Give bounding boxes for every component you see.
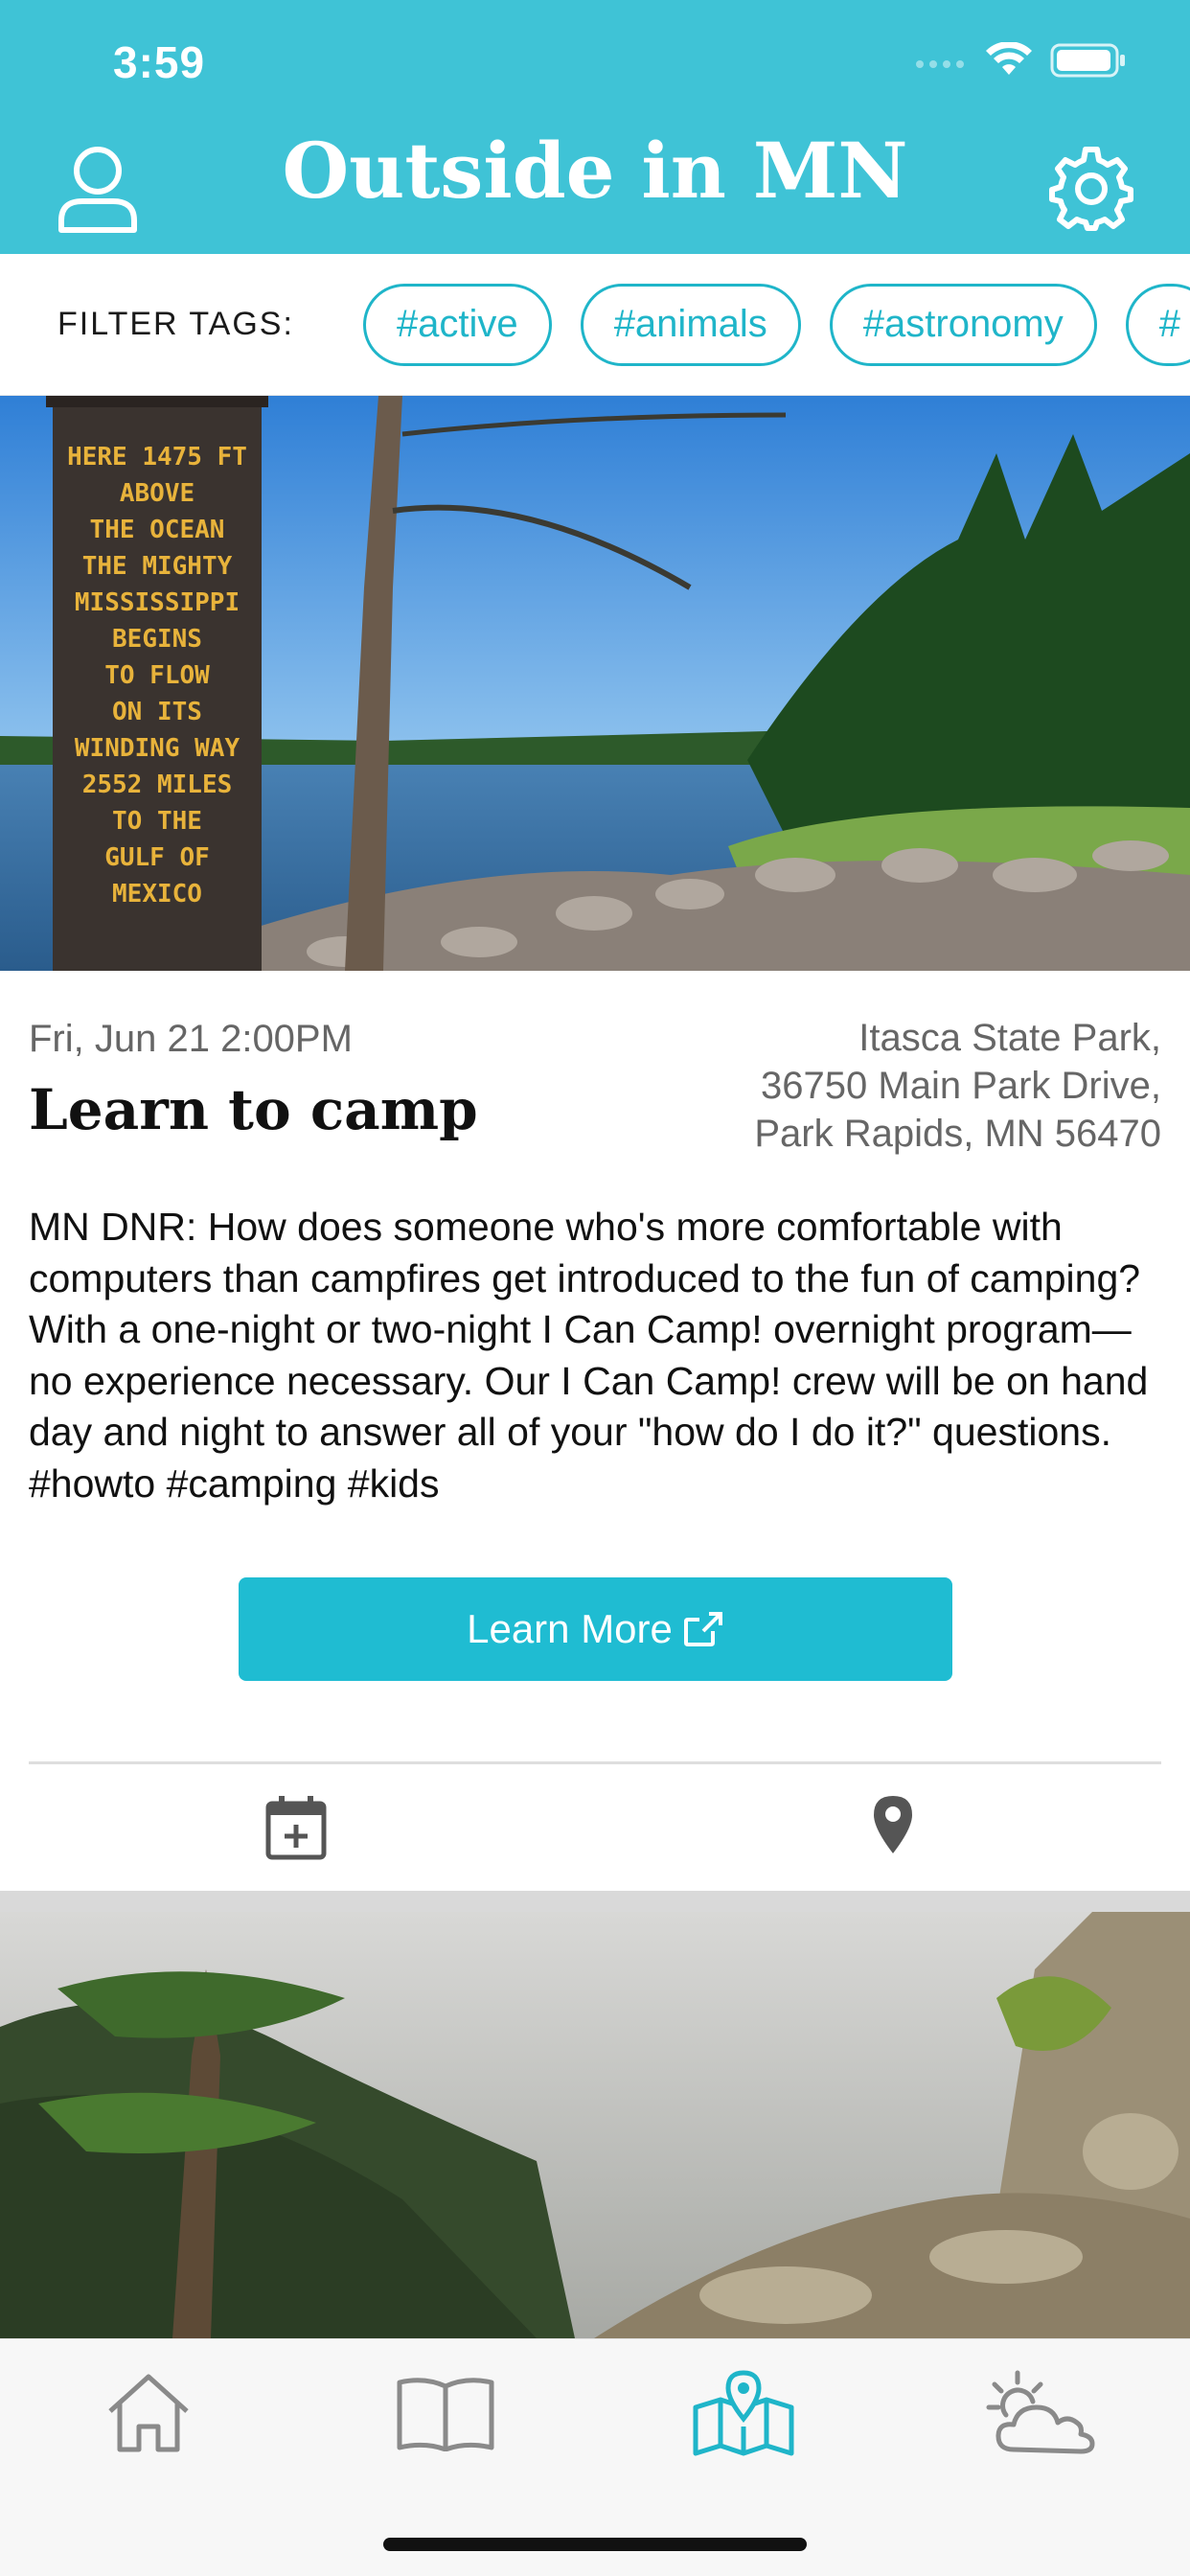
lake-photo: HERE 1475 FT ABOVE THE OCEAN THE MIGHTY … [0,396,1190,971]
event-location: Itasca State Park, 36750 Main Park Drive… [754,1014,1161,1158]
tab-guide[interactable] [388,2360,503,2466]
calendar-add-icon [265,1796,327,1860]
svg-text:THE MIGHTY: THE MIGHTY [82,552,233,581]
svg-text:ON ITS: ON ITS [112,698,202,726]
card-divider [29,1761,1161,1764]
map-pin-icon [874,1796,912,1853]
weather-icon [986,2370,1095,2454]
filter-tag-partial[interactable]: # [1125,283,1190,366]
filter-bar: FILTER TAGS: #active #animals #astronomy… [0,254,1190,396]
svg-text:TO FLOW: TO FLOW [104,661,210,690]
svg-text:MEXICO: MEXICO [112,880,202,908]
book-icon [397,2378,494,2451]
event-title: Learn to camp [29,1077,478,1142]
next-event-image [0,1912,1190,2338]
svg-text:HERE 1475 FT: HERE 1475 FT [67,443,247,472]
external-link-icon [683,1612,722,1646]
svg-text:THE OCEAN: THE OCEAN [90,516,225,544]
status-icons [914,42,1127,79]
home-icon [108,2374,189,2452]
filter-label: FILTER TAGS: [57,306,294,342]
svg-text:GULF OF: GULF OF [104,843,210,872]
gear-icon [1049,147,1133,231]
filter-tag-list: #active #animals #astronomy # [362,283,1190,366]
svg-text:MISSISSIPPI: MISSISSIPPI [75,588,240,617]
map-icon [693,2370,794,2456]
settings-button[interactable] [1048,146,1134,232]
tab-home[interactable] [91,2360,206,2466]
event-date: Fri, Jun 21 2:00PM [29,1018,353,1060]
location-line-2: 36750 Main Park Drive, [761,1065,1161,1107]
add-to-calendar-button[interactable] [264,1794,328,1861]
app-header: 3:59 Outside in MN [0,0,1190,254]
svg-text:WINDING WAY: WINDING WAY [75,734,240,763]
wifi-icon [986,42,1032,75]
svg-text:ABOVE: ABOVE [120,479,195,508]
page-title: Outside in MN [282,126,908,216]
tab-map[interactable] [686,2360,801,2466]
battery-icon [1050,43,1125,78]
location-line-3: Park Rapids, MN 56470 [754,1113,1161,1155]
home-indicator [383,2538,807,2551]
event-description: MN DNR: How does someone who's more comf… [29,1205,1149,1506]
svg-text:TO THE: TO THE [112,807,202,836]
filter-tag-animals[interactable]: #animals [580,283,801,366]
status-time: 3:59 [113,37,206,87]
location-line-1: Itasca State Park, [858,1017,1161,1059]
foggy-cliff-photo [0,1912,1190,2338]
svg-text:BEGINS: BEGINS [112,625,202,654]
filter-tag-active[interactable]: #active [362,283,552,366]
map-location-button[interactable] [872,1794,914,1855]
learn-more-button[interactable]: Learn More [239,1577,952,1681]
svg-text:2552 MILES: 2552 MILES [82,770,233,799]
tab-weather[interactable] [983,2360,1098,2466]
learn-more-label: Learn More [467,1606,673,1651]
cellular-signal-icon [916,60,964,68]
event-image: HERE 1475 FT ABOVE THE OCEAN THE MIGHTY … [0,396,1190,971]
filter-tag-astronomy[interactable]: #astronomy [829,283,1097,366]
card-separator [0,1891,1190,1912]
